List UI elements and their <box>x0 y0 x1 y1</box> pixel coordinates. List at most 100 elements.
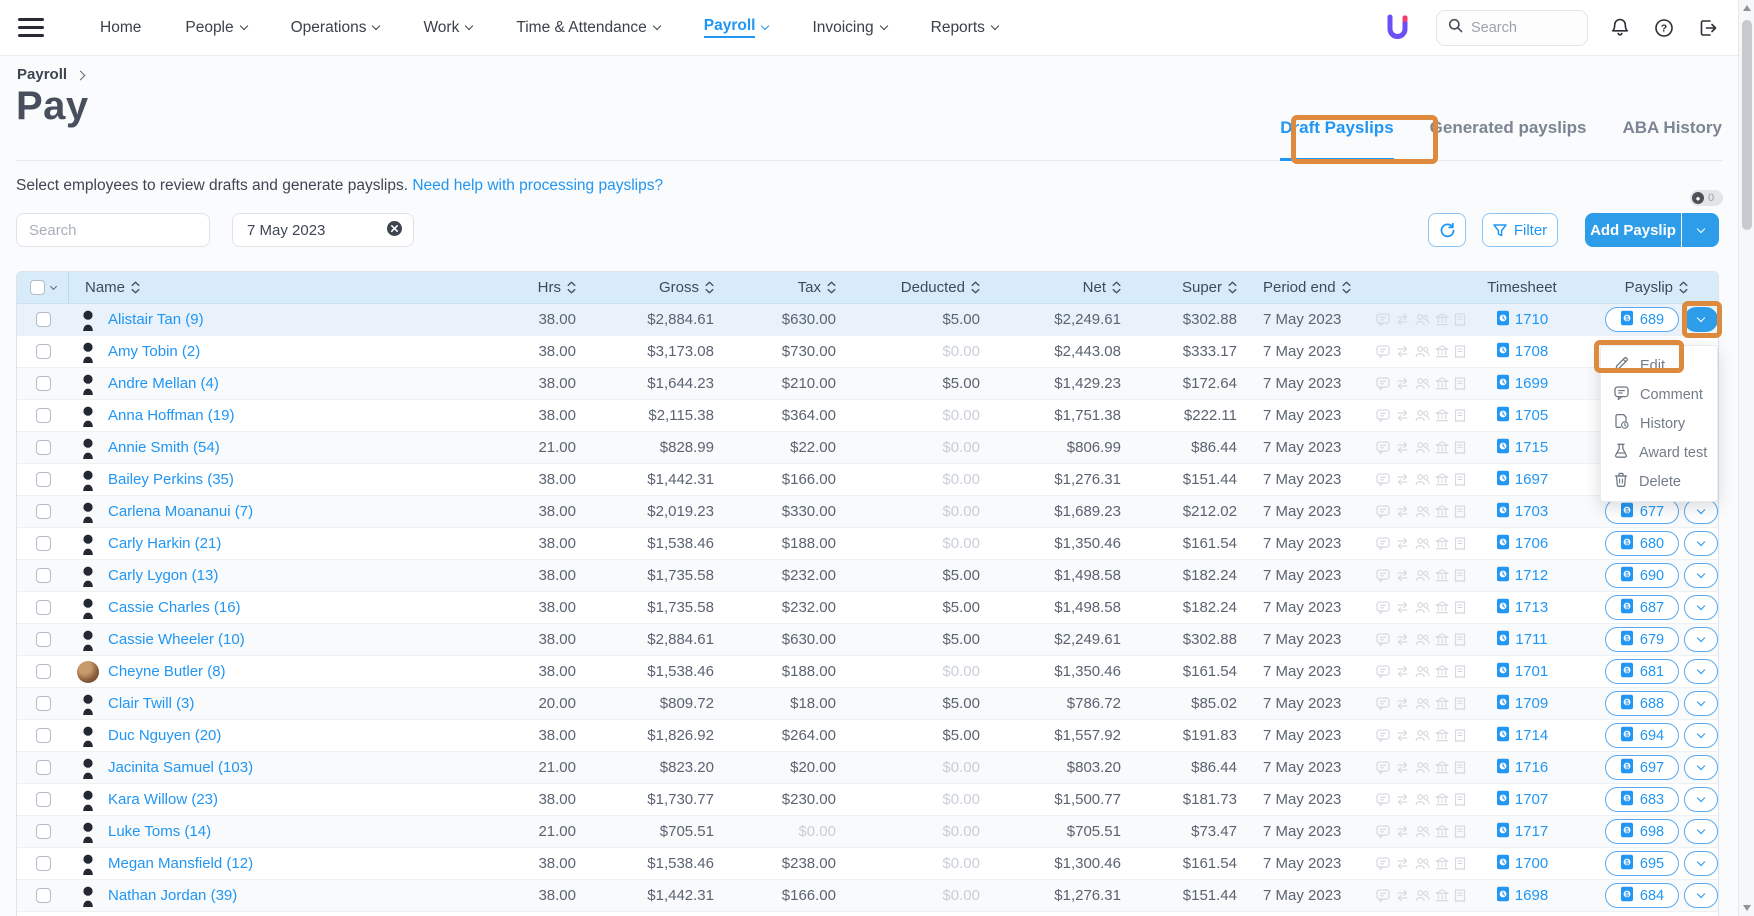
payslip-button[interactable]: $687 <box>1605 595 1679 620</box>
payslip-menu-button[interactable] <box>1684 563 1718 588</box>
sort-icon[interactable] <box>567 281 576 294</box>
menu-item-award-test[interactable]: Award test <box>1601 438 1717 467</box>
row-employees-icon[interactable] <box>1415 569 1430 582</box>
row-comment-icon[interactable] <box>1376 441 1390 454</box>
menu-item-edit[interactable]: Edit <box>1601 351 1717 380</box>
help-processing-payslips-link[interactable]: Need help with processing payslips? <box>412 177 663 194</box>
row-transfer-icon[interactable] <box>1395 409 1410 422</box>
nav-item-reports[interactable]: Reports <box>931 19 998 37</box>
row-comment-icon[interactable] <box>1376 633 1390 646</box>
row-employees-icon[interactable] <box>1415 825 1430 838</box>
row-receipt-icon[interactable] <box>1454 857 1466 871</box>
scrollbar-thumb[interactable] <box>1742 20 1752 230</box>
nav-item-people[interactable]: People <box>185 19 246 37</box>
row-employees-icon[interactable] <box>1415 409 1430 422</box>
tab-aba-history[interactable]: ABA History <box>1623 118 1723 161</box>
row-receipt-icon[interactable] <box>1454 729 1466 743</box>
row-bank-icon[interactable] <box>1435 793 1449 806</box>
row-receipt-icon[interactable] <box>1454 473 1466 487</box>
timesheet-link[interactable]: 1712 <box>1482 566 1562 586</box>
payslip-menu-button[interactable] <box>1684 819 1718 844</box>
column-header-period-end[interactable]: Period end <box>1237 279 1372 296</box>
payslip-button[interactable]: $694 <box>1605 723 1679 748</box>
vertical-scrollbar[interactable] <box>1738 0 1754 916</box>
sort-icon[interactable] <box>1228 281 1237 294</box>
row-bank-icon[interactable] <box>1435 345 1449 358</box>
employee-name-link[interactable]: Cassie Wheeler (10) <box>108 631 245 648</box>
tab-generated-payslips[interactable]: Generated payslips <box>1430 118 1587 161</box>
row-receipt-icon[interactable] <box>1454 601 1466 615</box>
row-transfer-icon[interactable] <box>1395 697 1410 710</box>
row-bank-icon[interactable] <box>1435 889 1449 902</box>
row-checkbox[interactable] <box>36 760 51 775</box>
breadcrumb-payroll-link[interactable]: Payroll <box>17 66 67 83</box>
employee-name-link[interactable]: Bailey Perkins (35) <box>108 471 234 488</box>
row-transfer-icon[interactable] <box>1395 473 1410 486</box>
row-transfer-icon[interactable] <box>1395 377 1410 390</box>
row-employees-icon[interactable] <box>1415 473 1430 486</box>
payslip-button[interactable]: $689 <box>1605 307 1679 332</box>
row-receipt-icon[interactable] <box>1454 345 1466 359</box>
sort-icon[interactable] <box>971 281 980 294</box>
payslip-button[interactable]: $683 <box>1605 787 1679 812</box>
payslip-button[interactable]: $680 <box>1605 531 1679 556</box>
employee-name-link[interactable]: Carly Lygon (13) <box>108 567 218 584</box>
row-transfer-icon[interactable] <box>1395 793 1410 806</box>
sort-icon[interactable] <box>827 281 836 294</box>
payslip-button[interactable]: $684 <box>1605 883 1679 908</box>
payslip-menu-button[interactable] <box>1684 531 1718 556</box>
row-comment-icon[interactable] <box>1376 313 1390 326</box>
row-bank-icon[interactable] <box>1435 729 1449 742</box>
row-employees-icon[interactable] <box>1415 537 1430 550</box>
payslip-button[interactable]: $688 <box>1605 691 1679 716</box>
row-receipt-icon[interactable] <box>1454 537 1466 551</box>
row-checkbox[interactable] <box>36 600 51 615</box>
row-checkbox[interactable] <box>36 504 51 519</box>
column-header-gross[interactable]: Gross <box>576 279 714 296</box>
row-employees-icon[interactable] <box>1415 729 1430 742</box>
row-employees-icon[interactable] <box>1415 345 1430 358</box>
payslip-button[interactable]: $697 <box>1605 755 1679 780</box>
payslip-menu-button[interactable] <box>1684 883 1718 908</box>
global-search[interactable] <box>1436 10 1588 46</box>
sort-icon[interactable] <box>705 281 714 294</box>
scrollbar-up-arrow[interactable] <box>1739 0 1754 16</box>
row-checkbox[interactable] <box>36 568 51 583</box>
row-employees-icon[interactable] <box>1415 633 1430 646</box>
row-transfer-icon[interactable] <box>1395 633 1410 646</box>
column-header-net[interactable]: Net <box>980 279 1121 296</box>
row-checkbox[interactable] <box>36 536 51 551</box>
row-receipt-icon[interactable] <box>1454 633 1466 647</box>
timesheet-link[interactable]: 1706 <box>1482 534 1562 554</box>
employee-name-link[interactable]: Jacinita Samuel (103) <box>108 759 253 776</box>
row-transfer-icon[interactable] <box>1395 569 1410 582</box>
row-transfer-icon[interactable] <box>1395 505 1410 518</box>
row-transfer-icon[interactable] <box>1395 825 1410 838</box>
timesheet-link[interactable]: 1707 <box>1482 790 1562 810</box>
logout-icon[interactable] <box>1696 16 1720 40</box>
employee-name-link[interactable]: Luke Toms (14) <box>108 823 211 840</box>
nav-item-payroll[interactable]: Payroll <box>704 17 769 38</box>
row-comment-icon[interactable] <box>1376 825 1390 838</box>
payslip-menu-button[interactable] <box>1684 723 1718 748</box>
nav-item-work[interactable]: Work <box>423 19 472 37</box>
row-receipt-icon[interactable] <box>1454 793 1466 807</box>
clear-date-icon[interactable] <box>386 220 403 241</box>
payslip-menu-button[interactable] <box>1684 851 1718 876</box>
row-checkbox[interactable] <box>36 472 51 487</box>
row-transfer-icon[interactable] <box>1395 441 1410 454</box>
payslip-menu-button[interactable] <box>1684 659 1718 684</box>
row-checkbox[interactable] <box>36 856 51 871</box>
employee-name-link[interactable]: Carlena Moananui (7) <box>108 503 253 520</box>
row-bank-icon[interactable] <box>1435 537 1449 550</box>
payslip-menu-button[interactable] <box>1684 307 1718 332</box>
row-bank-icon[interactable] <box>1435 761 1449 774</box>
row-employees-icon[interactable] <box>1415 665 1430 678</box>
menu-item-delete[interactable]: Delete <box>1601 467 1717 496</box>
row-receipt-icon[interactable] <box>1454 761 1466 775</box>
employee-name-link[interactable]: Megan Mansfield (12) <box>108 855 253 872</box>
employee-name-link[interactable]: Duc Nguyen (20) <box>108 727 221 744</box>
row-comment-icon[interactable] <box>1376 697 1390 710</box>
row-checkbox[interactable] <box>36 632 51 647</box>
column-header-payslip[interactable]: Payslip <box>1562 279 1718 296</box>
